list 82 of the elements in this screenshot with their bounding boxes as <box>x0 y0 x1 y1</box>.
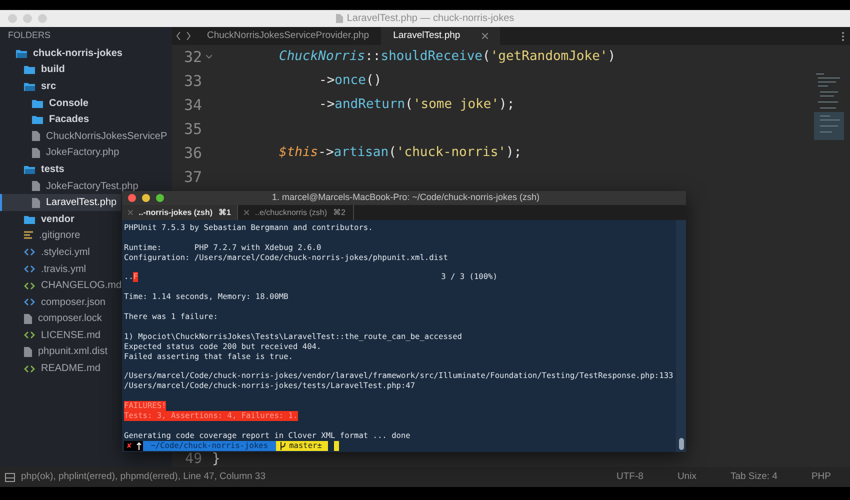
file-item[interactable]: composer.json <box>0 294 110 310</box>
line-number: 35 <box>182 118 202 140</box>
status-item[interactable]: Unix <box>663 470 710 484</box>
line-number: 33 <box>182 70 202 92</box>
file-item[interactable]: JokeFactoryTest.php <box>0 178 142 194</box>
tab-title: ..-norris-jokes (zsh) <box>138 206 213 218</box>
minimize-window-button[interactable] <box>142 194 150 202</box>
file-icon <box>336 14 343 23</box>
zoom-window-button[interactable] <box>156 194 164 202</box>
tab-shortcut: ⌘1 <box>218 206 231 218</box>
code-icon <box>24 282 35 290</box>
editor-tab[interactable]: LaravelTest.php <box>381 27 500 45</box>
file-icon <box>32 198 40 208</box>
code-icon <box>24 364 35 373</box>
forward-icon[interactable] <box>186 32 191 40</box>
tab-shortcut: ⌘2 <box>333 206 346 218</box>
code-icon <box>24 331 35 340</box>
file-icon <box>32 148 40 158</box>
close-window-button[interactable] <box>128 194 136 202</box>
folder-icon <box>32 98 43 108</box>
file-item[interactable]: LICENSE.md <box>0 327 104 344</box>
file-icon <box>24 314 32 324</box>
folder-icon <box>24 214 35 224</box>
line-number: 49 <box>184 452 202 467</box>
terminal-tab[interactable]: ..-norris-jokes (zsh) ⌘1 <box>122 205 238 220</box>
folder-icon <box>24 65 35 74</box>
back-icon[interactable] <box>176 32 181 40</box>
code-line: ->andReturn('some joke'); <box>319 96 515 114</box>
code-line: } <box>212 452 220 467</box>
status-item[interactable]: PHP <box>797 470 845 484</box>
close-icon[interactable] <box>244 210 249 215</box>
close-icon[interactable] <box>482 33 488 39</box>
minimap-drawing <box>814 72 844 140</box>
folder-item[interactable]: tests <box>0 161 68 178</box>
file-icon <box>24 346 32 357</box>
file-item[interactable]: .gitignore <box>0 228 84 244</box>
line-number: 32 <box>182 46 202 68</box>
close-icon[interactable] <box>128 210 133 215</box>
open-folder-icon <box>24 164 35 174</box>
file-item[interactable]: .styleci.yml <box>0 244 94 261</box>
file-item[interactable]: ChuckNorrisJokesServiceP <box>0 128 172 145</box>
folder-item[interactable]: Console <box>0 94 92 112</box>
folder-item[interactable]: vendor <box>0 210 78 228</box>
terminal-title: 1. marcel@Marcels-MacBook-Pro: ~/Code/chuck-norris-jokes (zsh) <box>272 191 540 204</box>
branch-icon <box>280 442 286 450</box>
line-number: 36 <box>182 142 202 164</box>
open-folder-icon <box>24 82 35 91</box>
line-number: 34 <box>182 94 202 116</box>
link-icon <box>24 265 35 274</box>
sidebar-header: FOLDERS <box>7 29 52 42</box>
file-item[interactable]: README.md <box>0 360 104 377</box>
folder-item[interactable]: build <box>0 62 69 78</box>
line-number: 37 <box>182 166 202 188</box>
file-icon <box>32 131 40 142</box>
status-item[interactable]: UTF-8 <box>602 470 658 484</box>
code-line: ChuckNorris::shouldReceive('getRandomJoke') <box>279 48 616 66</box>
code-line: $this->artisan('chuck-norris'); <box>279 144 522 162</box>
folder-item[interactable]: Facades <box>0 111 94 128</box>
tab-title: ..e/chucknorris (zsh) <box>255 206 328 218</box>
text-cursor <box>334 440 339 451</box>
file-item[interactable]: phpunit.xml.dist <box>0 344 112 360</box>
file-icon <box>32 181 40 192</box>
status-item[interactable]: Tab Size: 4 <box>716 470 792 484</box>
window-title: LaravelTest.php — chuck-norris-jokes <box>346 12 514 26</box>
link-icon <box>24 248 35 256</box>
status-text: php(ok), phplint(erred), phpmd(erred), Line 47, Column 33 <box>21 470 266 484</box>
editor-tab[interactable]: ChuckNorrisJokesServiceProvider.php <box>195 27 382 45</box>
folder-icon <box>32 115 43 124</box>
file-item[interactable]: JokeFactory.php <box>0 144 124 162</box>
fold-chevron-icon[interactable] <box>206 55 212 59</box>
file-item[interactable]: .travis.yml <box>0 260 90 278</box>
folder-item[interactable]: src <box>0 78 60 95</box>
file-item[interactable]: composer.lock <box>0 310 106 328</box>
link-icon <box>24 298 35 306</box>
panel-icon[interactable] <box>5 472 15 482</box>
folder-item[interactable]: chuck-norris-jokes <box>0 45 126 62</box>
file-item[interactable]: CHANGELOG.md <box>0 277 126 294</box>
file-item[interactable]: LaravelTest.php <box>0 194 121 211</box>
scrollbar-thumb[interactable] <box>678 438 684 450</box>
open-folder-icon <box>16 48 27 58</box>
code-line: ->once() <box>319 72 382 90</box>
lines-icon <box>24 231 33 240</box>
